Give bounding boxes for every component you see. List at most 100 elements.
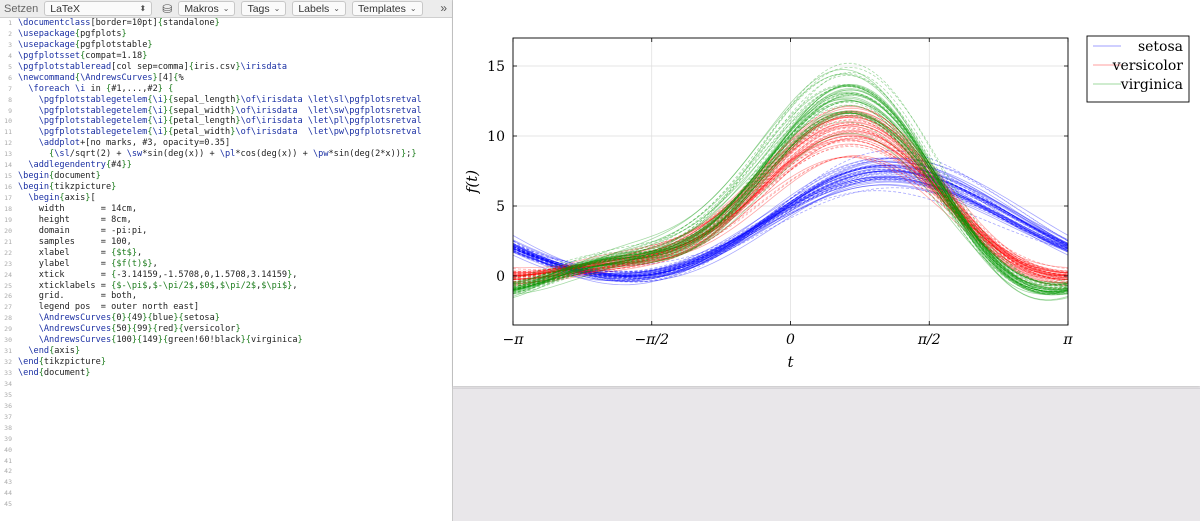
code-text: xticklabels = {$-\pi$,$-\pi/2$,$0$,$\pi/…	[18, 280, 298, 291]
chevron-down-icon: ⌄	[409, 4, 417, 13]
code-line[interactable]: 31 \end{axis}	[0, 346, 452, 357]
code-text: \end{document}	[18, 368, 91, 378]
code-line[interactable]: 15 \begin{document}	[0, 171, 452, 182]
code-line[interactable]: 26 grid. = both,	[0, 291, 452, 302]
code-area[interactable]: 1 \documentclass[border=10pt]{standalone}…	[0, 18, 452, 521]
code-line[interactable]: 4 \pgfplotsset{compat=1.18}	[0, 51, 452, 62]
code-line[interactable]: 2 \usepackage{pgfplots}	[0, 29, 452, 40]
y-axis-label: f(t)	[463, 170, 481, 194]
code-line[interactable]: 20 domain = -pi:pi,	[0, 226, 452, 237]
code-line[interactable]: 23 ylabel = {$f(t)$},	[0, 259, 452, 270]
code-line[interactable]: 19 height = 8cm,	[0, 215, 452, 226]
code-line[interactable]: 11 \pgfplotstablegetelem{\i}{petal_width…	[0, 127, 452, 138]
code-text: height = 8cm,	[18, 214, 132, 225]
code-text: \end{axis}	[28, 346, 81, 357]
code-text: \documentclass[border=10pt]{standalone}	[18, 18, 220, 28]
typeset-button[interactable]: Setzen	[4, 3, 38, 15]
chevron-down-icon: ⌄	[222, 4, 230, 13]
code-line[interactable]: 7 \foreach \i in {#1,...,#2} {	[0, 84, 452, 95]
code-line[interactable]: 13 {\sl/sqrt(2) + \sw*sin(deg(x)) + \pl*…	[0, 149, 452, 160]
line-number: 2	[8, 29, 12, 38]
editor-pane[interactable]: Setzen LaTeX ⬍ ⛁ Makros ⌄ Tags ⌄ Labels …	[0, 0, 453, 521]
code-text: \addlegendentry{#4}}	[28, 160, 132, 171]
x-tick-label: 0	[786, 332, 795, 348]
code-line[interactable]: 24 xtick = {-3.14159,-1.5708,0,1.5708,3.…	[0, 270, 452, 281]
line-number: 45	[4, 500, 12, 509]
code-line[interactable]: 40	[0, 445, 452, 456]
code-line[interactable]: 17 \begin{axis}[	[0, 193, 452, 204]
database-icon[interactable]: ⛁	[162, 2, 172, 16]
code-line[interactable]: 45	[0, 499, 452, 510]
code-line[interactable]: 16 \begin{tikzpicture}	[0, 182, 452, 193]
line-number: 30	[4, 336, 12, 345]
line-number: 25	[4, 281, 12, 290]
templates-menu[interactable]: Templates ⌄	[352, 1, 423, 16]
code-text: grid. = both,	[18, 291, 137, 302]
x-tick-label: π/2	[917, 332, 941, 348]
code-text: \AndrewsCurves{50}{99}{red}{versicolor}	[38, 324, 241, 335]
templates-menu-label: Templates	[358, 2, 406, 15]
line-number: 1	[8, 19, 12, 27]
code-text: \begin{axis}[	[28, 193, 96, 203]
code-text: \pgfplotsset{compat=1.18}	[18, 50, 148, 61]
code-text: \AndrewsCurves{0}{49}{blue}{setosa}	[38, 313, 220, 324]
code-line[interactable]: 3 \usepackage{pgfplotstable}	[0, 40, 452, 51]
tags-menu[interactable]: Tags ⌄	[241, 1, 287, 16]
code-line[interactable]: 9 \pgfplotstablegetelem{\i}{sepal_width}…	[0, 106, 452, 117]
code-line[interactable]: 43	[0, 477, 452, 488]
code-line[interactable]: 38	[0, 423, 452, 434]
x-axis-label: t	[787, 353, 794, 371]
code-line[interactable]: 29 \AndrewsCurves{50}{99}{red}{versicolo…	[0, 324, 452, 335]
line-number: 40	[4, 445, 12, 454]
line-number: 4	[8, 51, 12, 60]
line-number: 15	[4, 172, 12, 181]
toolbar-overflow-icon[interactable]: »	[440, 1, 447, 15]
line-number: 16	[4, 183, 12, 192]
code-line[interactable]: 39	[0, 434, 452, 445]
code-text: \addplot+[no marks, #3, opacity=0.35]	[38, 138, 231, 149]
code-text: domain = -pi:pi,	[18, 225, 148, 236]
pdf-preview[interactable]: −π −π/2 0 π/2 π 0 5 10 15 t f(t) setosa versicolor vi…	[453, 0, 1200, 386]
code-line[interactable]: 21 samples = 100,	[0, 237, 452, 248]
code-line[interactable]: 5 \pgfplotstableread[col sep=comma]{iris.…	[0, 62, 452, 73]
engine-select[interactable]: LaTeX ⬍	[44, 1, 153, 16]
code-line[interactable]: 6 \newcommand{\AndrewsCurves}[4]{%	[0, 73, 452, 84]
code-text: \pgfplotstablegetelem{\i}{sepal_width}\o…	[38, 105, 422, 116]
code-line[interactable]: 28 \AndrewsCurves{0}{49}{blue}{setosa}	[0, 313, 452, 324]
code-text: \begin{document}	[18, 171, 101, 182]
labels-menu-label: Labels	[298, 2, 330, 15]
code-line[interactable]: 10 \pgfplotstablegetelem{\i}{petal_lengt…	[0, 116, 452, 127]
code-line[interactable]: 14 \addlegendentry{#4}}	[0, 160, 452, 171]
code-line[interactable]: 32 \end{tikzpicture}	[0, 357, 452, 368]
code-line[interactable]: 36	[0, 401, 452, 412]
code-line[interactable]: 34	[0, 379, 452, 390]
line-number: 3	[8, 40, 12, 49]
code-line[interactable]: 1 \documentclass[border=10pt]{standalone}	[0, 18, 452, 29]
code-line[interactable]: 33 \end{document}	[0, 368, 452, 379]
macros-menu[interactable]: Makros ⌄	[178, 1, 236, 16]
line-number: 29	[4, 325, 12, 334]
code-line[interactable]: 25 xticklabels = {$-\pi$,$-\pi/2$,$0$,$\…	[0, 281, 452, 292]
line-number: 26	[4, 292, 12, 301]
code-line[interactable]: 8 \pgfplotstablegetelem{\i}{sepal_length…	[0, 95, 452, 106]
y-tick-label: 0	[496, 269, 505, 285]
code-line[interactable]: 41	[0, 456, 452, 467]
line-number: 38	[4, 423, 12, 432]
code-line[interactable]: 37	[0, 412, 452, 423]
code-line[interactable]: 44	[0, 488, 452, 499]
code-line[interactable]: 12 \addplot+[no marks, #3, opacity=0.35]	[0, 138, 452, 149]
code-line[interactable]: 42	[0, 466, 452, 477]
code-line[interactable]: 27 legend pos = outer north east]	[0, 302, 452, 313]
line-number: 10	[4, 117, 12, 126]
line-number: 41	[4, 456, 12, 465]
code-line[interactable]: 35	[0, 390, 452, 401]
line-number: 14	[4, 161, 12, 170]
code-line[interactable]: 22 xlabel = {$t$},	[0, 248, 452, 259]
code-text: \AndrewsCurves{100}{149}{green!60!black}…	[38, 335, 303, 346]
code-text: \end{tikzpicture}	[18, 357, 106, 368]
code-line[interactable]: 18 width = 14cm,	[0, 204, 452, 215]
code-line[interactable]: 30 \AndrewsCurves{100}{149}{green!60!bla…	[0, 335, 452, 346]
code-text: \foreach \i in {#1,...,#2} {	[28, 83, 174, 94]
code-text: \usepackage{pgfplots}	[18, 28, 127, 39]
labels-menu[interactable]: Labels ⌄	[292, 1, 346, 16]
